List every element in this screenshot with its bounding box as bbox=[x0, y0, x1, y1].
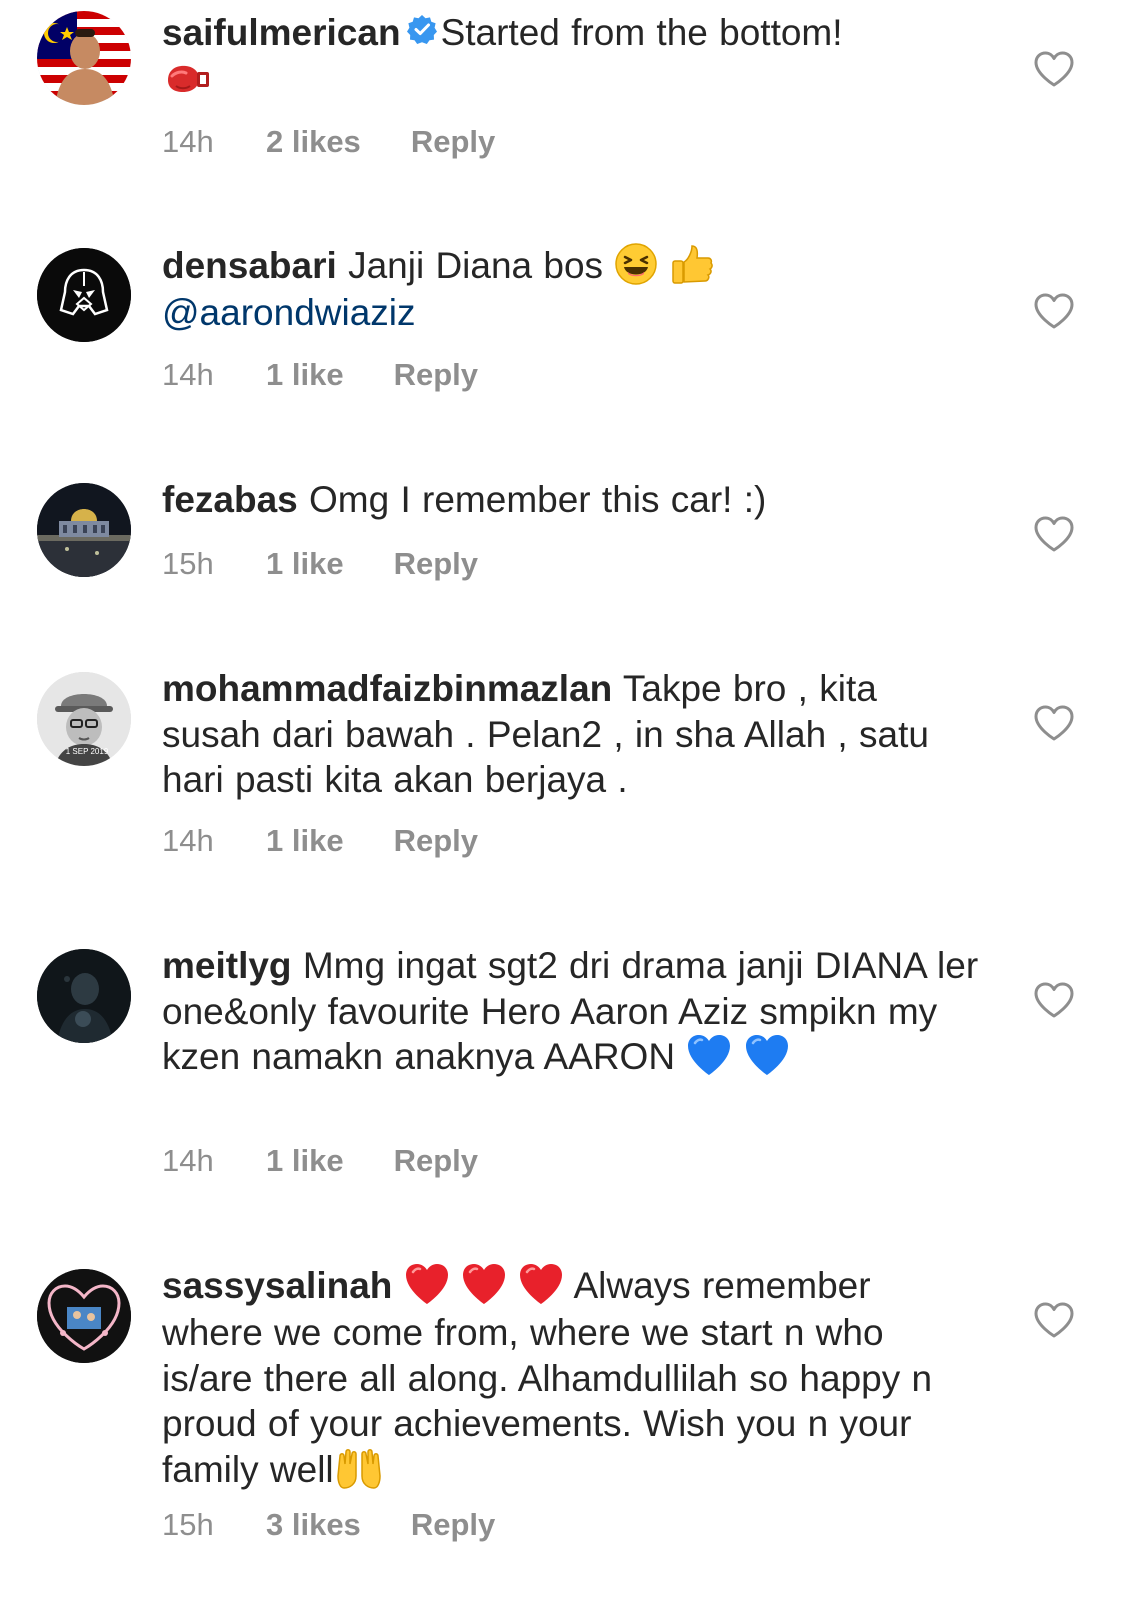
like-count[interactable]: 1 like bbox=[266, 821, 344, 861]
like-count[interactable]: 1 like bbox=[266, 1141, 344, 1181]
comment-timestamp: 14h bbox=[162, 823, 214, 858]
like-heart-icon[interactable] bbox=[1033, 981, 1075, 1019]
like-count[interactable]: 1 like bbox=[266, 355, 344, 395]
comment-meta: 14h 2 likes Reply bbox=[162, 122, 495, 162]
avatar-date-stamp: 1 SEP 2019 bbox=[66, 747, 109, 756]
comment-text: meitlyg Mmg ingat sgt2 dri drama janji D… bbox=[162, 943, 982, 1081]
comment-timestamp: 14h bbox=[162, 357, 214, 392]
like-count[interactable]: 3 likes bbox=[266, 1505, 361, 1545]
mention-link[interactable]: @aarondwiaziz bbox=[162, 292, 416, 333]
reply-button[interactable]: Reply bbox=[394, 1141, 478, 1181]
comment-text: densabari Janji Diana bos @aarondwiaziz bbox=[162, 243, 982, 336]
like-heart-icon[interactable] bbox=[1033, 1301, 1075, 1339]
comment-username[interactable]: saifulmerican bbox=[162, 12, 401, 53]
reply-button[interactable]: Reply bbox=[394, 821, 478, 861]
comment-body: Omg I remember this car! :) bbox=[309, 479, 767, 520]
comment-meta: 15h 1 like Reply bbox=[162, 544, 478, 584]
blue-heart-icon bbox=[744, 1033, 790, 1077]
like-heart-icon[interactable] bbox=[1033, 704, 1075, 742]
avatar[interactable] bbox=[37, 248, 131, 342]
comment-username[interactable]: mohammadfaizbinmazlan bbox=[162, 668, 612, 709]
comment-body: Started from the bottom! bbox=[440, 12, 843, 53]
comment-meta: 14h 1 like Reply bbox=[162, 821, 478, 861]
laughing-face-icon bbox=[614, 242, 658, 286]
comment-text: saifulmerican Started from the bottom! bbox=[162, 10, 982, 103]
red-heart-icon bbox=[404, 1262, 450, 1306]
reply-button[interactable]: Reply bbox=[411, 1505, 495, 1545]
avatar[interactable] bbox=[37, 11, 131, 105]
like-count[interactable]: 2 likes bbox=[266, 122, 361, 162]
comment-username[interactable]: fezabas bbox=[162, 479, 298, 520]
comment-text: fezabas Omg I remember this car! :) bbox=[162, 477, 982, 523]
comment-username[interactable]: meitlyg bbox=[162, 945, 292, 986]
avatar[interactable] bbox=[37, 949, 131, 1043]
comment-timestamp: 15h bbox=[162, 1507, 214, 1542]
comment-text: sassysalinah Always remember where we co… bbox=[162, 1263, 982, 1494]
reply-button[interactable]: Reply bbox=[411, 122, 495, 162]
comment-username[interactable]: densabari bbox=[162, 245, 337, 286]
comment-body: Janji Diana bos bbox=[348, 245, 604, 286]
like-heart-icon[interactable] bbox=[1033, 515, 1075, 553]
red-heart-icon bbox=[518, 1262, 564, 1306]
boxing-glove-icon bbox=[162, 62, 212, 96]
comment-timestamp: 14h bbox=[162, 1143, 214, 1178]
verified-badge-icon bbox=[406, 9, 437, 55]
avatar[interactable] bbox=[37, 483, 131, 577]
comment-meta: 14h 1 like Reply bbox=[162, 355, 478, 395]
comment-timestamp: 14h bbox=[162, 124, 214, 159]
comment-meta: 14h 1 like Reply bbox=[162, 1141, 478, 1181]
red-heart-icon bbox=[461, 1262, 507, 1306]
like-heart-icon[interactable] bbox=[1033, 50, 1075, 88]
comment-timestamp: 15h bbox=[162, 546, 214, 581]
avatar[interactable]: 1 SEP 2019 bbox=[37, 672, 131, 766]
reply-button[interactable]: Reply bbox=[394, 355, 478, 395]
comment-username[interactable]: sassysalinah bbox=[162, 1265, 392, 1306]
reply-button[interactable]: Reply bbox=[394, 544, 478, 584]
thumbs-up-icon bbox=[670, 242, 714, 286]
blue-heart-icon bbox=[686, 1033, 732, 1077]
like-count[interactable]: 1 like bbox=[266, 544, 344, 584]
comment-meta: 15h 3 likes Reply bbox=[162, 1505, 495, 1545]
raising-hands-icon bbox=[334, 1446, 384, 1490]
avatar[interactable] bbox=[37, 1269, 131, 1363]
like-heart-icon[interactable] bbox=[1033, 292, 1075, 330]
comment-text: mohammadfaizbinmazlan Takpe bro , kita s… bbox=[162, 666, 982, 803]
